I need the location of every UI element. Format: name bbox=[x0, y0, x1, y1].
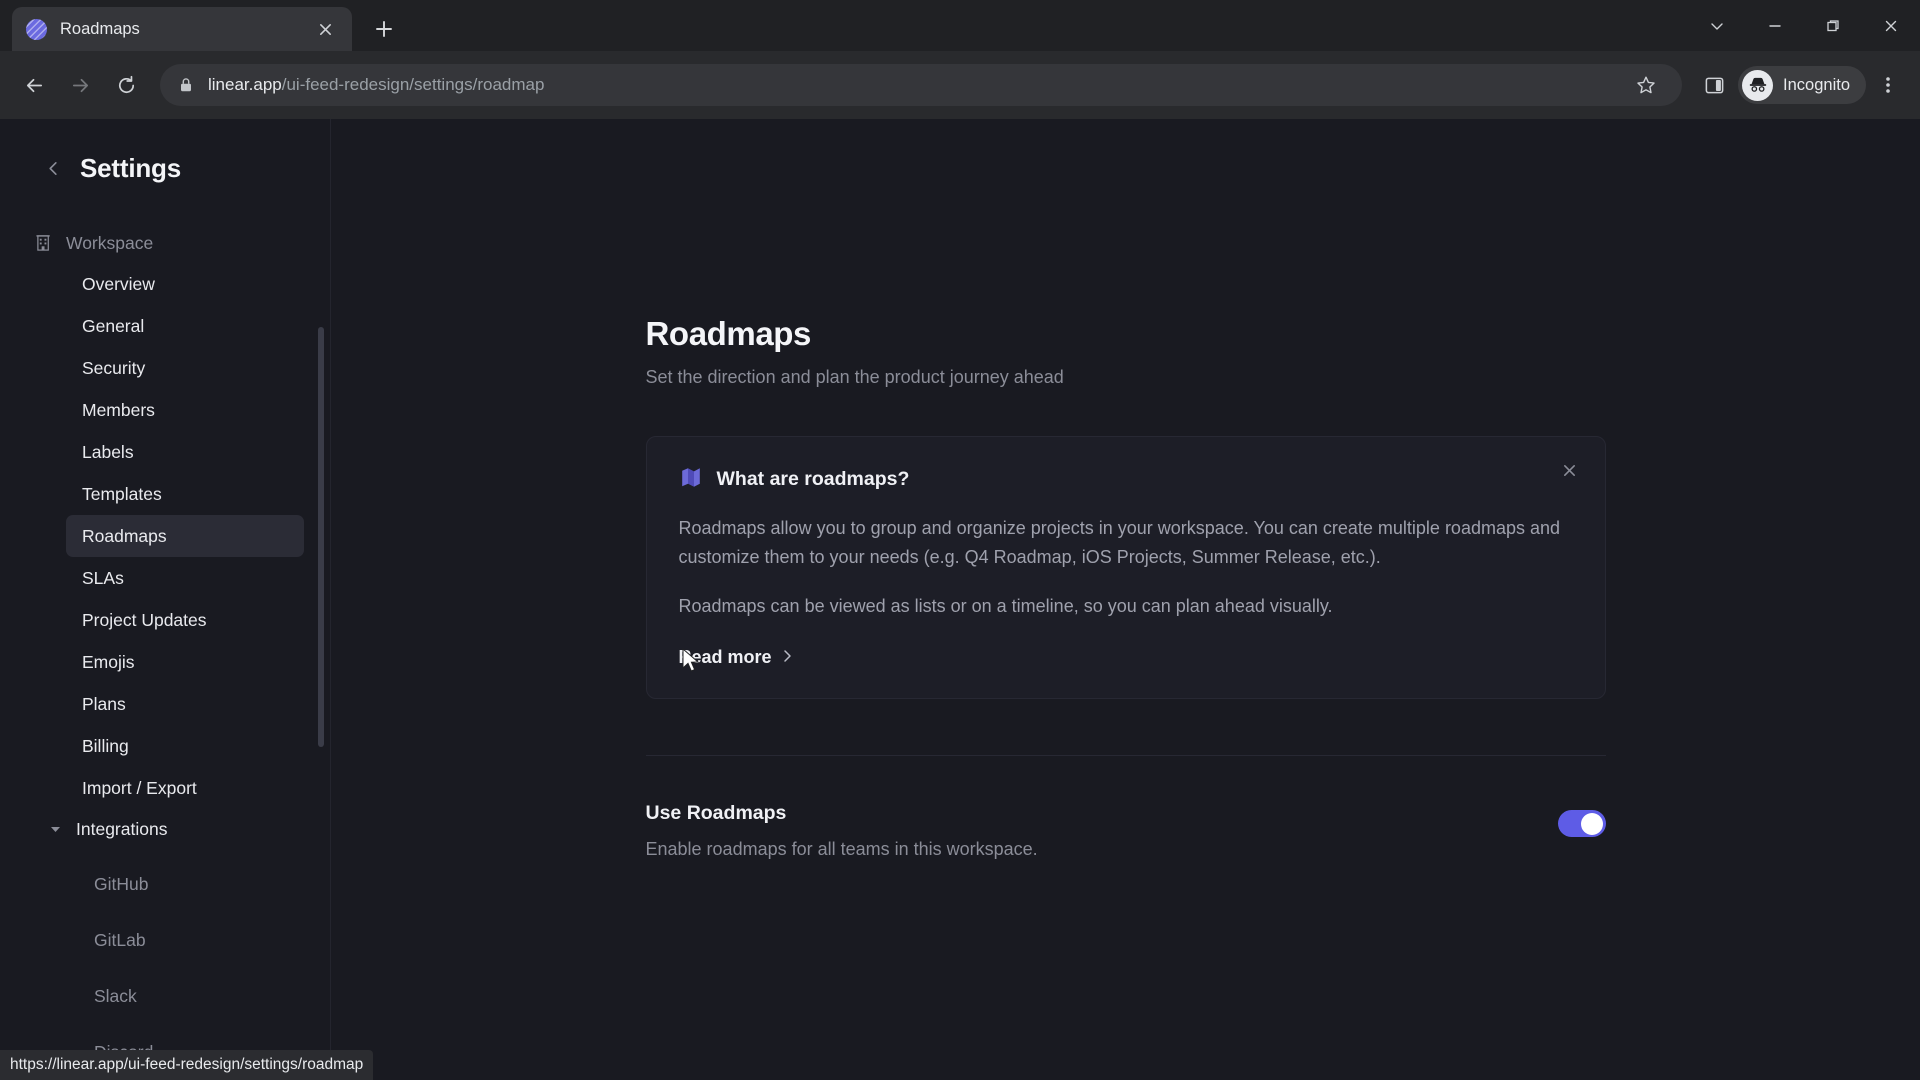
setting-title: Use Roadmaps bbox=[645, 802, 787, 824]
url-host: linear.app bbox=[208, 75, 282, 94]
building-icon bbox=[33, 234, 55, 252]
sidebar-group-label: Workspace bbox=[66, 232, 154, 253]
sidebar-item-label: GitLab bbox=[94, 929, 146, 950]
sidebar-item-slack[interactable]: Slack bbox=[78, 975, 304, 1017]
sidebar-item-label: Billing bbox=[82, 735, 129, 756]
profile-chip[interactable]: Incognito bbox=[1738, 66, 1866, 104]
sidebar-item-slas[interactable]: SLAs bbox=[66, 557, 304, 599]
sidebar-scrollbar[interactable] bbox=[318, 327, 324, 747]
sidebar-group-label: Integrations bbox=[76, 818, 168, 839]
sidebar-item-label: Emojis bbox=[82, 651, 135, 672]
caret-down-icon[interactable] bbox=[44, 825, 66, 834]
sidebar-item-label: Import / Export bbox=[82, 777, 197, 798]
window-close-icon[interactable] bbox=[1862, 0, 1920, 51]
chevron-right-icon bbox=[782, 647, 793, 668]
address-bar[interactable]: linear.app/ui-feed-redesign/settings/roa… bbox=[160, 64, 1683, 106]
use-roadmaps-toggle[interactable] bbox=[1557, 810, 1606, 837]
page-body: Settings Workspace Overview General Secu… bbox=[0, 119, 1920, 1080]
three-dot-menu-icon[interactable] bbox=[1868, 65, 1908, 105]
section-subtitle: Set the direction and plan the product j… bbox=[645, 367, 1064, 387]
profile-label: Incognito bbox=[1783, 75, 1850, 94]
setting-description: Enable roadmaps for all teams in this wo… bbox=[645, 839, 1038, 859]
chevron-left-icon[interactable] bbox=[40, 155, 66, 181]
incognito-icon bbox=[1742, 69, 1774, 101]
sidebar-item-label: GitHub bbox=[94, 873, 149, 894]
info-card-title: What are roadmaps? bbox=[716, 468, 910, 490]
tab-strip: Roadmaps bbox=[0, 0, 1920, 51]
setting-text: Use Roadmaps Enable roadmaps for all tea… bbox=[646, 802, 1038, 860]
sidebar-item-members[interactable]: Members bbox=[66, 389, 304, 431]
forward-arrow-icon[interactable] bbox=[58, 63, 102, 107]
chevron-down-icon[interactable] bbox=[1688, 0, 1746, 51]
omnibox-actions bbox=[1626, 65, 1666, 105]
sidebar-item-project-updates[interactable]: Project Updates bbox=[66, 599, 304, 641]
side-panel-icon[interactable] bbox=[1694, 65, 1734, 105]
read-more-link[interactable]: Read more bbox=[679, 647, 1573, 668]
sidebar-item-label: Roadmaps bbox=[82, 525, 167, 546]
sidebar-item-label: Security bbox=[82, 357, 146, 378]
sidebar-item-general[interactable]: General bbox=[66, 305, 304, 347]
sidebar-item-label: Members bbox=[82, 399, 155, 420]
browser-window: Roadmaps linear.app/ui-feed-redesign/set… bbox=[0, 0, 1920, 1080]
sidebar-item-import-export[interactable]: Import / Export bbox=[66, 767, 304, 809]
browser-tab[interactable]: Roadmaps bbox=[12, 7, 352, 51]
page-title: Settings bbox=[80, 152, 181, 183]
settings-content: Roadmaps Set the direction and plan the … bbox=[645, 119, 1606, 860]
read-more-label: Read more bbox=[678, 647, 772, 667]
info-card: What are roadmaps? Roadmaps allow you to… bbox=[645, 436, 1606, 699]
lock-icon bbox=[176, 77, 196, 93]
sidebar-item-templates[interactable]: Templates bbox=[66, 473, 304, 515]
sidebar-item-label: SLAs bbox=[82, 567, 124, 588]
settings-main: Roadmaps Set the direction and plan the … bbox=[331, 119, 1920, 1080]
info-card-paragraph-2: Roadmaps can be viewed as lists or on a … bbox=[678, 596, 1333, 616]
sidebar-item-plans[interactable]: Plans bbox=[66, 683, 304, 725]
new-tab-button[interactable] bbox=[366, 11, 402, 47]
info-card-header: What are roadmaps? bbox=[679, 465, 1573, 494]
sidebar-item-gitlab[interactable]: GitLab bbox=[78, 919, 304, 961]
tab-title: Roadmaps bbox=[60, 19, 140, 38]
sidebar-header: Settings bbox=[0, 119, 330, 195]
sidebar-item-label: Labels bbox=[82, 441, 134, 462]
setting-use-roadmaps: Use Roadmaps Enable roadmaps for all tea… bbox=[646, 802, 1606, 860]
sidebar-item-labels[interactable]: Labels bbox=[66, 431, 304, 473]
back-arrow-icon[interactable] bbox=[12, 63, 56, 107]
section-title: Roadmaps bbox=[645, 315, 812, 352]
close-icon[interactable] bbox=[312, 16, 338, 42]
toggle-knob bbox=[1580, 812, 1603, 835]
sidebar-item-roadmaps[interactable]: Roadmaps bbox=[66, 515, 304, 557]
sidebar-item-label: Overview bbox=[82, 273, 155, 294]
folded-map-icon bbox=[679, 465, 703, 494]
sidebar-item-emojis[interactable]: Emojis bbox=[66, 641, 304, 683]
sidebar-item-label: Plans bbox=[82, 693, 126, 714]
url-path: /ui-feed-redesign/settings/roadmap bbox=[281, 75, 545, 94]
sidebar-item-label: Slack bbox=[94, 985, 137, 1006]
sidebar-item-label: Templates bbox=[82, 483, 162, 504]
sidebar-item-security[interactable]: Security bbox=[66, 347, 304, 389]
url-text: linear.app/ui-feed-redesign/settings/roa… bbox=[208, 75, 1618, 95]
sidebar-item-label: Project Updates bbox=[82, 609, 207, 630]
sidebar-item-overview[interactable]: Overview bbox=[66, 263, 304, 305]
sidebar-item-github[interactable]: GitHub bbox=[78, 863, 304, 905]
window-controls bbox=[1688, 0, 1920, 51]
sidebar-nav: Workspace Overview General Security Memb… bbox=[0, 195, 330, 1080]
star-icon[interactable] bbox=[1626, 65, 1666, 105]
linear-logo-icon bbox=[26, 18, 47, 40]
minimize-icon[interactable] bbox=[1746, 0, 1804, 51]
sidebar-item-label: General bbox=[82, 315, 145, 336]
info-card-paragraph-1: Roadmaps allow you to group and organize… bbox=[678, 518, 1561, 567]
browser-toolbar: linear.app/ui-feed-redesign/settings/roa… bbox=[0, 51, 1920, 119]
sidebar-group-workspace: Workspace bbox=[0, 223, 330, 263]
status-bar: https://linear.app/ui-feed-redesign/sett… bbox=[0, 1050, 374, 1080]
reload-icon[interactable] bbox=[104, 63, 148, 107]
section-divider bbox=[645, 755, 1606, 756]
sidebar-item-billing[interactable]: Billing bbox=[66, 725, 304, 767]
maximize-icon[interactable] bbox=[1804, 0, 1862, 51]
settings-sidebar: Settings Workspace Overview General Secu… bbox=[0, 119, 331, 1080]
dismiss-icon[interactable] bbox=[1555, 455, 1585, 485]
sidebar-group-integrations[interactable]: Integrations bbox=[0, 809, 330, 849]
